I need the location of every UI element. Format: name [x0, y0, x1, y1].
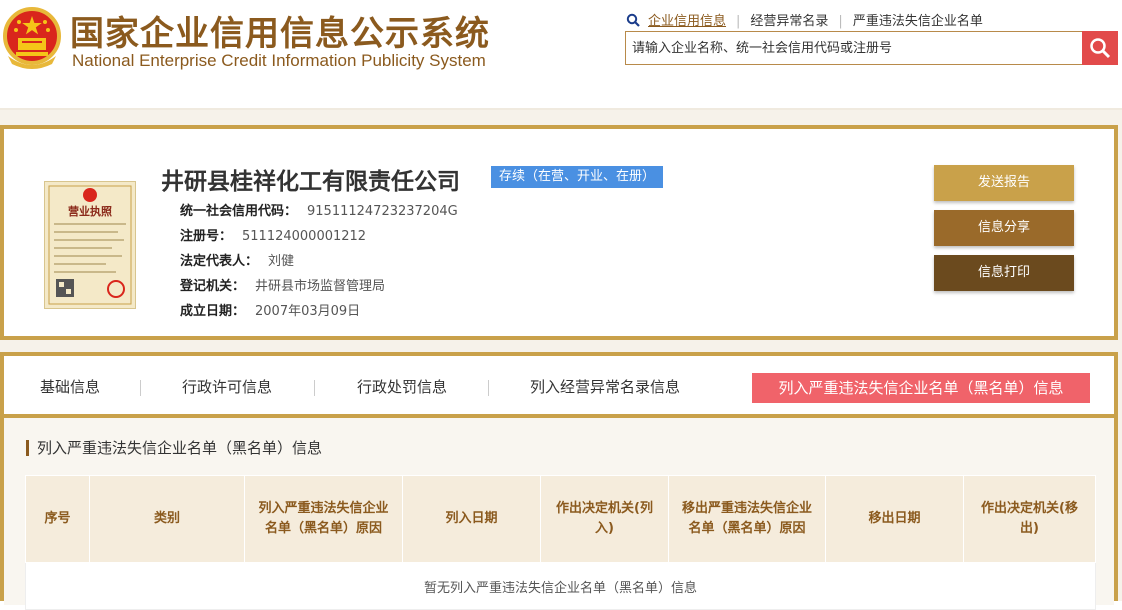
credit-code-label: 统一社会信用代码： — [180, 204, 298, 219]
license-title: 营业执照 — [68, 204, 112, 218]
reg-no-value: 511124000001212 — [242, 229, 367, 244]
share-info-button[interactable]: 信息分享 — [934, 210, 1074, 246]
business-license-icon[interactable]: 营业执照 — [44, 181, 136, 309]
blacklist-table: 序号 类别 列入严重违法失信企业名单（黑名单）原因 列入日期 作出决定机关(列入… — [25, 475, 1096, 610]
info-row-authority: 登记机关： 井研县市场监督管理局 — [180, 274, 458, 299]
nav-separator: | — [838, 14, 843, 29]
detail-panel: 基础信息 行政许可信息 行政处罚信息 列入经营异常名录信息 列入严重违法失信企业… — [0, 352, 1118, 610]
national-emblem-icon — [3, 7, 61, 69]
tab-blacklist[interactable]: 列入严重违法失信企业名单（黑名单）信息 — [752, 373, 1090, 403]
legal-rep-label: 法定代表人： — [180, 254, 259, 269]
tab-abnormal-list[interactable]: 列入经营异常名录信息 — [530, 376, 680, 397]
company-info: 统一社会信用代码： 91511124723237204G 注册号： 51112400… — [180, 199, 458, 324]
section-title: 列入严重违法失信企业名单（黑名单）信息 — [26, 440, 322, 456]
search-bar — [625, 31, 1118, 65]
table-header-row: 序号 类别 列入严重违法失信企业名单（黑名单）原因 列入日期 作出决定机关(列入… — [25, 475, 1096, 563]
tab-bar: 基础信息 行政许可信息 行政处罚信息 列入经营异常名录信息 列入严重违法失信企业… — [4, 356, 1114, 418]
authority-value: 井研县市场监督管理局 — [255, 279, 386, 294]
search-input[interactable] — [626, 32, 1094, 64]
credit-code-value: 91511124723237204G — [307, 204, 458, 219]
company-name: 井研县桂祥化工有限责任公司 — [161, 169, 460, 195]
site-title-en: National Enterprise Credit Information P… — [72, 51, 486, 70]
tab-admin-penalty[interactable]: 行政处罚信息 — [357, 376, 447, 397]
company-card: 营业执照 井研县桂祥化工有限责任公司 存续（在营、开业、在册） 统一社会信用代码… — [0, 125, 1118, 340]
site-header: 国家企业信用信息公示系统 National Enterprise Credit … — [0, 0, 1122, 110]
search-button[interactable] — [1082, 31, 1118, 65]
nav-separator: | — [736, 14, 741, 29]
tab-basic-info[interactable]: 基础信息 — [40, 376, 100, 397]
search-icon — [626, 13, 640, 27]
established-label: 成立日期： — [180, 304, 246, 319]
print-info-button[interactable]: 信息打印 — [934, 255, 1074, 291]
tab-admin-license[interactable]: 行政许可信息 — [182, 376, 272, 397]
nav-abnormal-list[interactable]: 经营异常名录 — [750, 14, 828, 29]
col-list-date: 列入日期 — [402, 475, 541, 563]
empty-message: 暂无列入严重违法失信企业名单（黑名单）信息 — [25, 562, 1096, 610]
col-category: 类别 — [89, 475, 245, 563]
established-value: 2007年03月09日 — [255, 304, 361, 319]
nav-blacklist[interactable]: 严重违法失信企业名单 — [853, 14, 983, 29]
reg-no-label: 注册号： — [180, 229, 233, 244]
tab-divider — [140, 380, 141, 396]
send-report-button[interactable]: 发送报告 — [934, 165, 1074, 201]
top-nav: 企业信用信息 | 经营异常名录 | 严重违法失信企业名单 — [626, 10, 983, 29]
tab-divider — [314, 380, 315, 396]
col-list-reason: 列入严重违法失信企业名单（黑名单）原因 — [244, 475, 403, 563]
info-row-established: 成立日期： 2007年03月09日 — [180, 299, 458, 324]
blacklist-section: 列入严重违法失信企业名单（黑名单）信息 序号 类别 列入严重违法失信企业名单（黑… — [4, 418, 1114, 610]
col-remove-authority: 作出决定机关(移出) — [963, 475, 1096, 563]
col-index: 序号 — [25, 475, 90, 563]
info-row-legal-rep: 法定代表人： 刘健 — [180, 249, 458, 274]
col-remove-reason: 移出严重违法失信企业名单（黑名单）原因 — [668, 475, 826, 563]
info-row-reg-no: 注册号： 511124000001212 — [180, 224, 458, 249]
authority-label: 登记机关： — [180, 279, 246, 294]
nav-enterprise-credit[interactable]: 企业信用信息 — [648, 14, 726, 29]
info-row-credit-code: 统一社会信用代码： 91511124723237204G — [180, 199, 458, 224]
tab-divider — [488, 380, 489, 396]
col-remove-date: 移出日期 — [825, 475, 964, 563]
site-title-cn: 国家企业信用信息公示系统 — [70, 14, 490, 54]
col-list-authority: 作出决定机关(列入) — [540, 475, 669, 563]
search-icon — [1090, 38, 1111, 59]
legal-rep-value: 刘健 — [268, 254, 295, 269]
status-badge: 存续（在营、开业、在册） — [491, 166, 664, 188]
table-row: 暂无列入严重违法失信企业名单（黑名单）信息 — [25, 562, 1096, 610]
